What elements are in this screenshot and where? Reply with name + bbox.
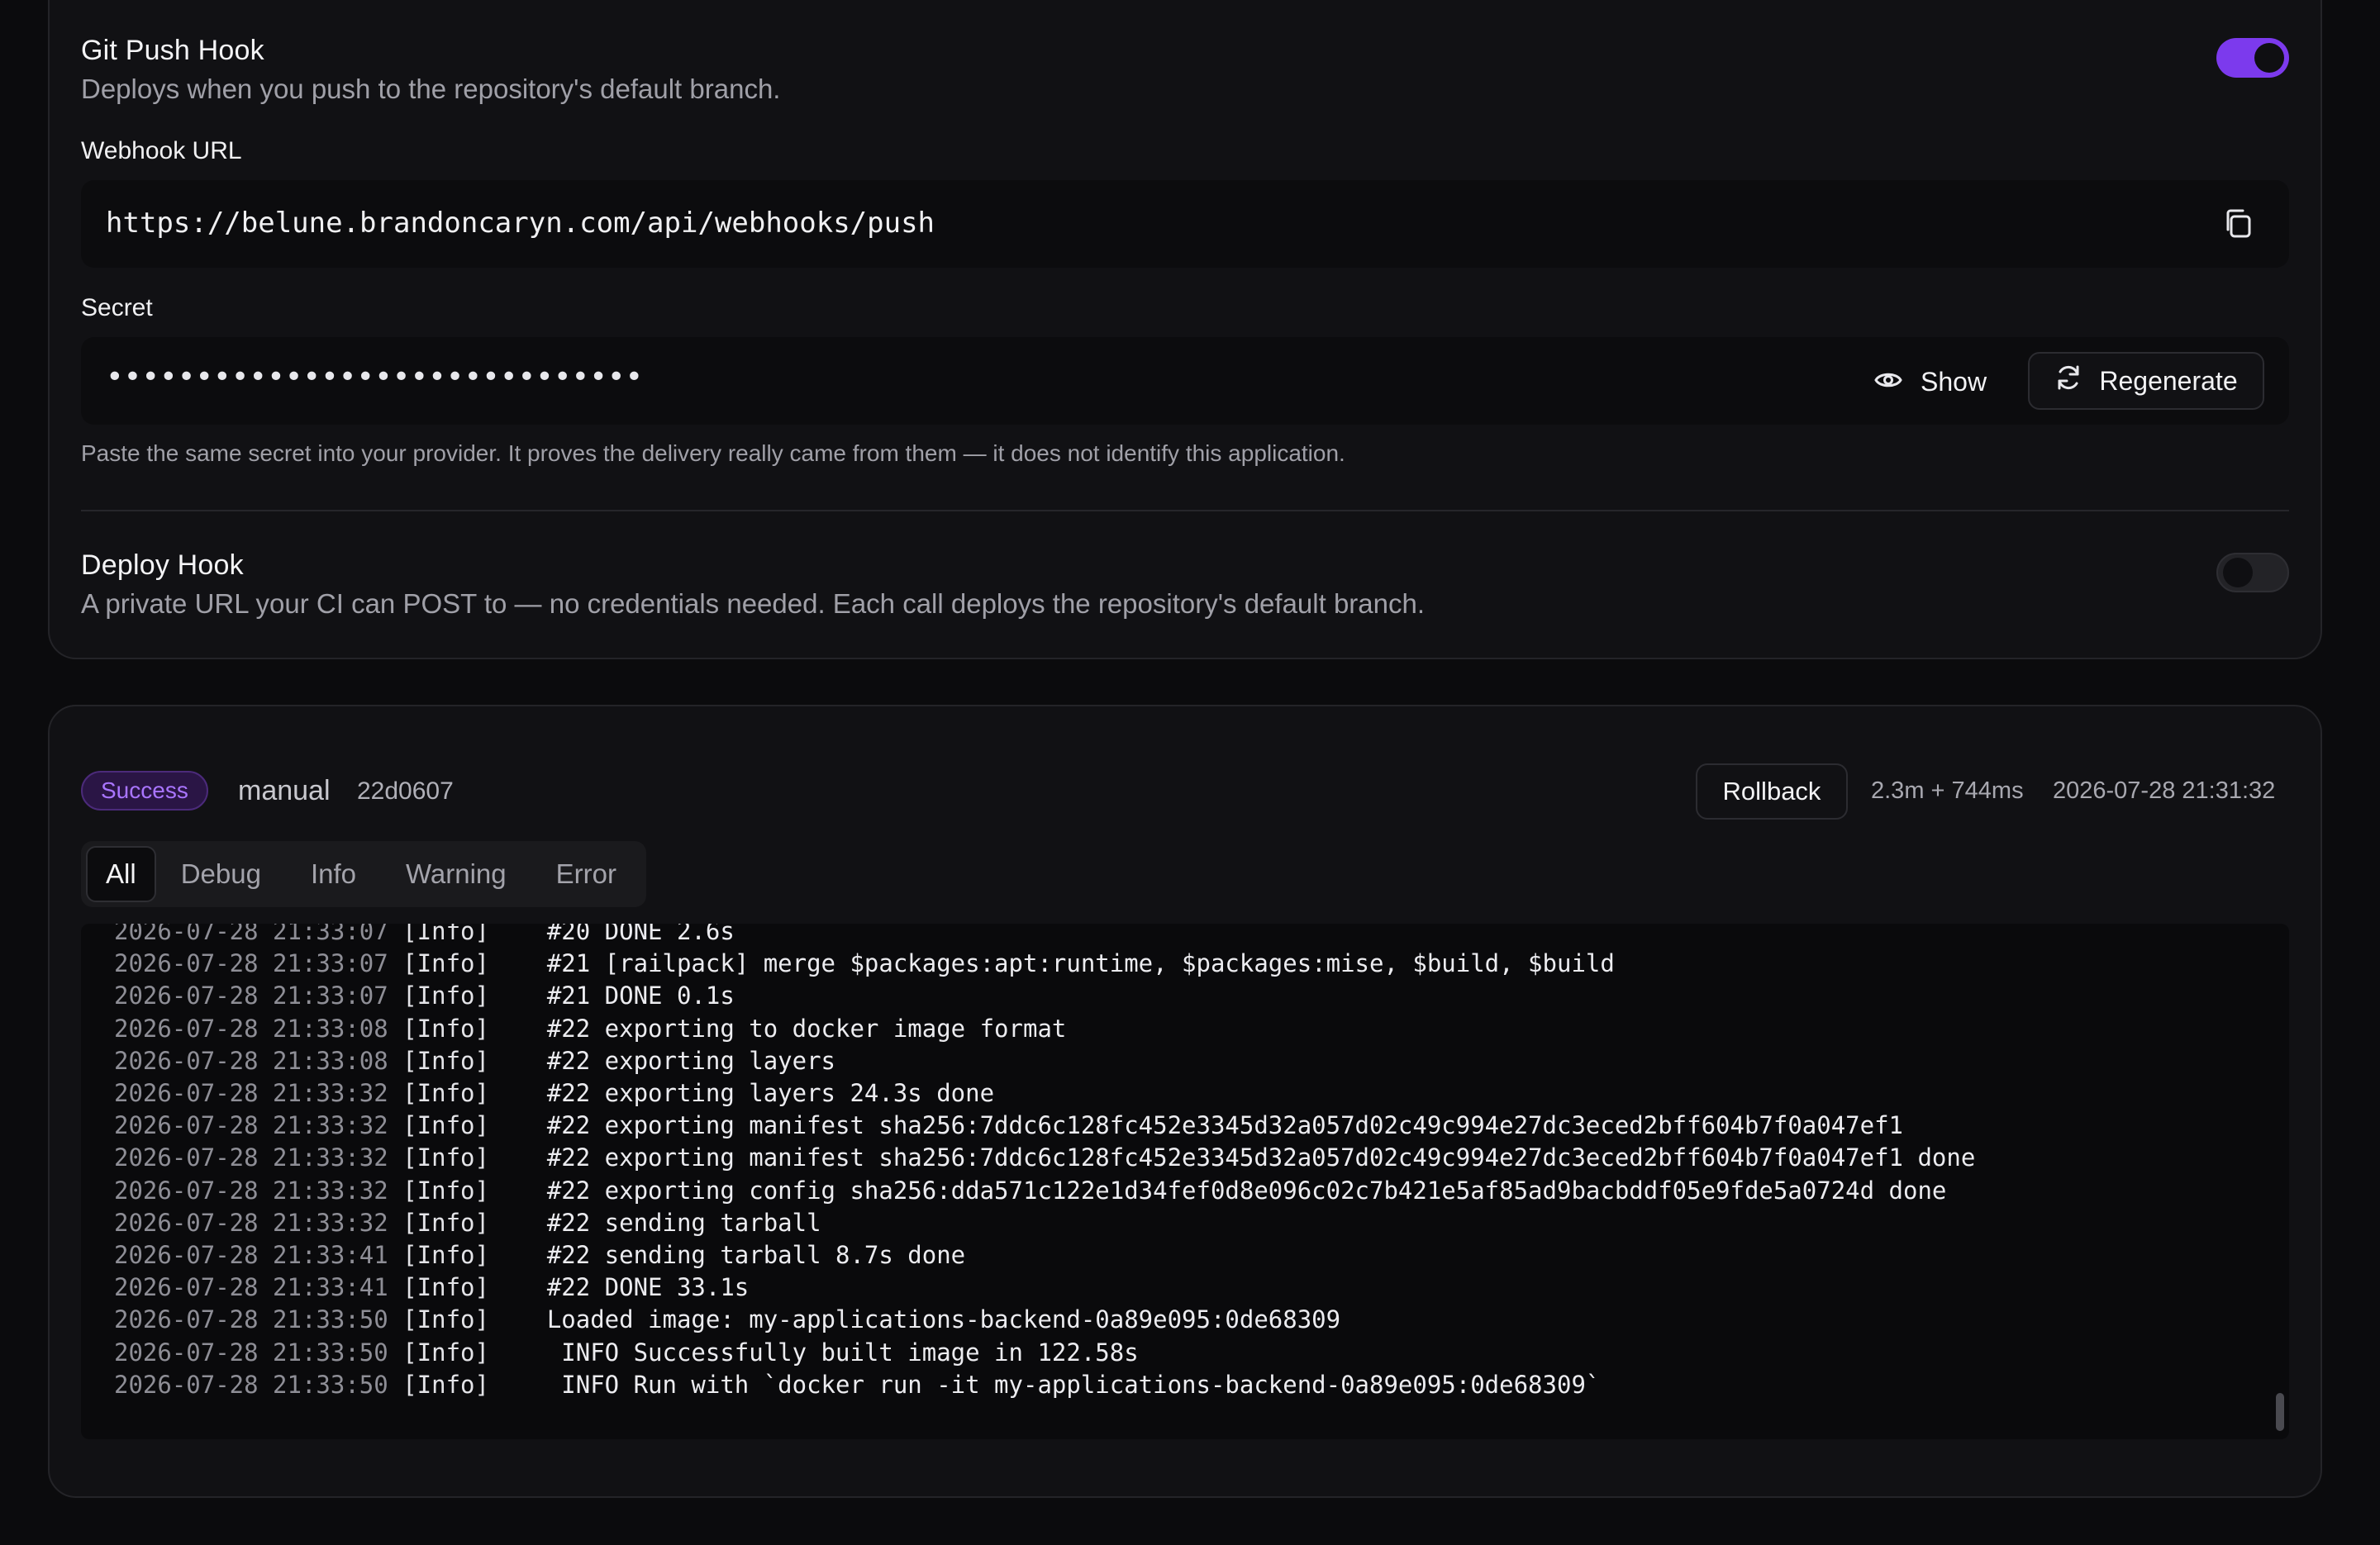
commit-hash[interactable]: 22d0607 bbox=[357, 777, 454, 806]
secret-label: Secret bbox=[81, 294, 153, 321]
log-timestamp: 2026-07-28 21:33:08 bbox=[114, 1046, 388, 1075]
log-timestamp: 2026-07-28 21:33:32 bbox=[114, 1176, 388, 1205]
log-timestamp: 2026-07-28 21:33:32 bbox=[114, 1208, 388, 1237]
log-level: [Info] bbox=[402, 1143, 489, 1172]
log-level: [Info] bbox=[402, 1176, 489, 1205]
log-message: #22 exporting to docker image format bbox=[503, 1014, 1067, 1043]
git-push-hook-toggle[interactable] bbox=[2216, 38, 2289, 78]
log-message: #22 DONE 33.1s bbox=[503, 1273, 750, 1302]
log-level: [Info] bbox=[402, 1241, 489, 1269]
tab-all[interactable]: All bbox=[86, 846, 156, 902]
log-message: #22 exporting manifest sha256:7ddc6c128f… bbox=[503, 1143, 1976, 1172]
tab-debug[interactable]: Debug bbox=[156, 846, 286, 902]
log-line: 2026-07-28 21:33:08 [Info] #22 exporting… bbox=[114, 1013, 1066, 1045]
refresh-icon bbox=[2054, 364, 2082, 398]
log-level: [Info] bbox=[402, 949, 489, 978]
log-line: 2026-07-28 21:33:50 [Info] INFO Run with… bbox=[114, 1369, 1600, 1401]
log-level: [Info] bbox=[402, 1305, 489, 1334]
log-message: INFO Run with `docker run -it my-applica… bbox=[503, 1370, 1601, 1399]
eye-icon bbox=[1874, 367, 1902, 397]
log-line: 2026-07-28 21:33:32 [Info] #22 sending t… bbox=[114, 1207, 821, 1239]
deployment-trigger: manual bbox=[238, 775, 331, 806]
log-level: [Info] bbox=[402, 1079, 489, 1107]
log-timestamp: 2026-07-28 21:33:41 bbox=[114, 1273, 388, 1302]
log-scrollbar[interactable] bbox=[2276, 1393, 2284, 1431]
deploy-hook-toggle[interactable] bbox=[2216, 553, 2289, 592]
section-divider bbox=[81, 510, 2289, 511]
log-timestamp: 2026-07-28 21:33:41 bbox=[114, 1241, 388, 1269]
log-line: 2026-07-28 21:33:50 [Info] Loaded image:… bbox=[114, 1304, 1340, 1336]
log-message: #22 exporting layers 24.3s done bbox=[503, 1079, 995, 1107]
log-level: [Info] bbox=[402, 1208, 489, 1237]
log-line: 2026-07-28 21:33:07 [Info] #21 [railpack… bbox=[114, 948, 1615, 980]
log-line: 2026-07-28 21:33:32 [Info] #22 exporting… bbox=[114, 1077, 994, 1110]
log-message: #22 exporting layers bbox=[503, 1046, 836, 1075]
log-timestamp: 2026-07-28 21:33:32 bbox=[114, 1079, 388, 1107]
webhook-url-value: https://belune.brandoncaryn.com/api/webh… bbox=[106, 207, 935, 240]
log-level: [Info] bbox=[402, 1111, 489, 1140]
deployment-duration: 2.3m + 744ms bbox=[1871, 777, 2024, 804]
secret-value: •••••••••••••••••••••••••••••• bbox=[106, 360, 644, 394]
tab-info[interactable]: Info bbox=[286, 846, 381, 902]
log-level: [Info] bbox=[402, 1338, 489, 1367]
log-message: #22 sending tarball bbox=[503, 1208, 821, 1237]
webhook-url-label: Webhook URL bbox=[81, 137, 242, 164]
log-level: [Info] bbox=[402, 1014, 489, 1043]
log-message: #22 sending tarball 8.7s done bbox=[503, 1241, 966, 1269]
log-line: 2026-07-28 21:33:08 [Info] #22 exporting… bbox=[114, 1045, 835, 1077]
log-line: 2026-07-28 21:33:07 [Info] #20 DONE 2.6s bbox=[114, 924, 735, 948]
log-timestamp: 2026-07-28 21:33:08 bbox=[114, 1014, 388, 1043]
log-level: [Info] bbox=[402, 1273, 489, 1302]
log-message: #21 DONE 0.1s bbox=[503, 982, 735, 1010]
log-viewer[interactable]: 2026-07-28 21:33:50 [Info] INFO Run with… bbox=[81, 924, 2289, 1439]
log-line: 2026-07-28 21:33:32 [Info] #22 exporting… bbox=[114, 1142, 1975, 1174]
log-level: [Info] bbox=[402, 1370, 489, 1399]
log-message: #20 DONE 2.6s bbox=[503, 924, 735, 945]
log-level: [Info] bbox=[402, 1046, 489, 1075]
log-timestamp: 2026-07-28 21:33:07 bbox=[114, 924, 388, 945]
log-level: [Info] bbox=[402, 982, 489, 1010]
log-timestamp: 2026-07-28 21:33:50 bbox=[114, 1305, 388, 1334]
rollback-button[interactable]: Rollback bbox=[1696, 763, 1848, 820]
log-message: Loaded image: my-applications-backend-0a… bbox=[503, 1305, 1341, 1334]
log-message: INFO Successfully built image in 122.58s bbox=[503, 1338, 1139, 1367]
log-message: #22 exporting config sha256:dda571c122e1… bbox=[503, 1176, 1947, 1205]
deployment-timestamp: 2026-07-28 21:31:32 bbox=[2053, 777, 2276, 804]
log-line: 2026-07-28 21:33:32 [Info] #22 exporting… bbox=[114, 1175, 1946, 1207]
regenerate-label: Regenerate bbox=[2099, 365, 2238, 396]
log-level: [Info] bbox=[402, 924, 489, 945]
log-timestamp: 2026-07-28 21:33:50 bbox=[114, 1338, 388, 1367]
log-level-tabs: All Debug Info Warning Error bbox=[81, 841, 646, 907]
toggle-knob bbox=[2254, 43, 2284, 73]
log-line: 2026-07-28 21:33:41 [Info] #22 DONE 33.1… bbox=[114, 1272, 749, 1304]
copy-icon[interactable] bbox=[2221, 207, 2254, 241]
secret-help-text: Paste the same secret into your provider… bbox=[81, 440, 1345, 466]
git-push-hook-description: Deploys when you push to the repository'… bbox=[81, 74, 781, 104]
deploy-hook-title: Deploy Hook bbox=[81, 549, 244, 581]
toggle-knob bbox=[2223, 558, 2253, 587]
log-timestamp: 2026-07-28 21:33:07 bbox=[114, 982, 388, 1010]
git-push-hook-title: Git Push Hook bbox=[81, 35, 264, 66]
show-secret-button[interactable]: Show bbox=[1874, 364, 1987, 400]
webhook-url-field[interactable]: https://belune.brandoncaryn.com/api/webh… bbox=[81, 180, 2289, 268]
rollback-label: Rollback bbox=[1722, 777, 1821, 806]
log-line: 2026-07-28 21:33:32 [Info] #22 exporting… bbox=[114, 1110, 1903, 1142]
deploy-hook-description: A private URL your CI can POST to — no c… bbox=[81, 588, 1426, 619]
log-message: #22 exporting manifest sha256:7ddc6c128f… bbox=[503, 1111, 1904, 1140]
tab-error[interactable]: Error bbox=[531, 846, 641, 902]
log-timestamp: 2026-07-28 21:33:32 bbox=[114, 1143, 388, 1172]
show-secret-label: Show bbox=[1921, 366, 1987, 397]
log-timestamp: 2026-07-28 21:33:32 bbox=[114, 1111, 388, 1140]
tab-warning[interactable]: Warning bbox=[381, 846, 531, 902]
log-timestamp: 2026-07-28 21:33:07 bbox=[114, 949, 388, 978]
regenerate-secret-button[interactable]: Regenerate bbox=[2028, 352, 2264, 410]
log-line: 2026-07-28 21:33:07 [Info] #21 DONE 0.1s bbox=[114, 980, 735, 1012]
log-message: #21 [railpack] merge $packages:apt:runti… bbox=[503, 949, 1615, 978]
log-timestamp: 2026-07-28 21:33:50 bbox=[114, 1370, 388, 1399]
log-line: 2026-07-28 21:33:50 [Info] INFO Successf… bbox=[114, 1337, 1139, 1369]
status-badge: Success bbox=[81, 771, 208, 811]
log-line: 2026-07-28 21:33:41 [Info] #22 sending t… bbox=[114, 1239, 965, 1272]
